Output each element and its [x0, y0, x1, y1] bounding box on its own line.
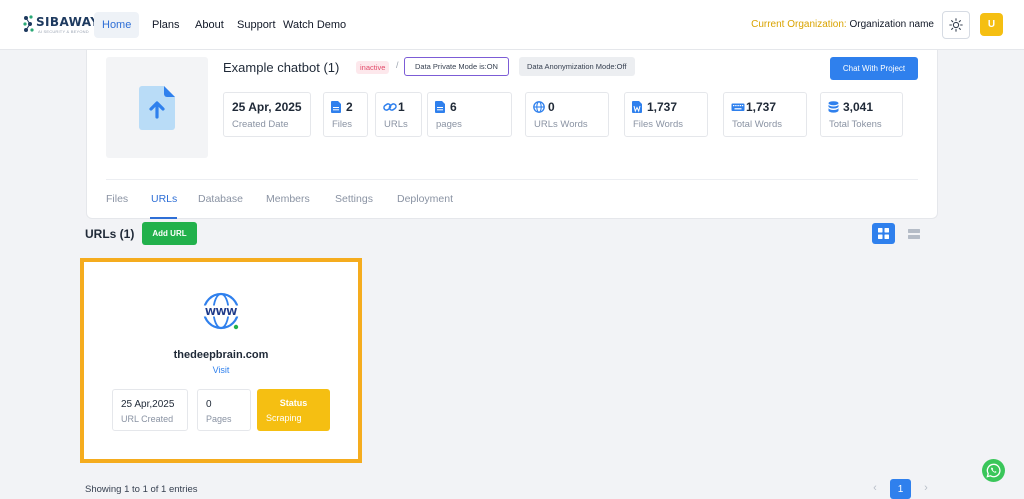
divider [106, 179, 918, 180]
brand-logo[interactable]: SIBAWAY AI SECURITY & BEYOND [22, 12, 99, 36]
private-mode-badge[interactable]: Data Private Mode is:ON [404, 57, 509, 76]
add-url-button[interactable]: Add URL [142, 222, 197, 245]
stat-label: URLs Words [534, 119, 588, 130]
stat-value: 25 Apr, 2025 [232, 100, 302, 114]
url-pages-value: 0 [206, 399, 212, 410]
nav-support[interactable]: Support [237, 12, 276, 38]
theme-toggle-button[interactable] [942, 11, 970, 39]
svg-text:WWW: WWW [205, 307, 237, 318]
org-name[interactable]: Organization name [850, 19, 935, 30]
keyboard-icon [731, 103, 745, 111]
stat-label: pages [436, 119, 462, 130]
separator: / [396, 60, 399, 70]
url-created-stat: 25 Apr,2025 URL Created [112, 389, 188, 431]
url-pages-label: Pages [206, 414, 232, 424]
whatsapp-chat-button[interactable] [982, 459, 1005, 482]
url-status-value: Scraping [266, 413, 302, 423]
active-tab-indicator [150, 217, 177, 219]
url-status-box: Status Scraping [257, 389, 330, 431]
project-thumbnail [106, 57, 208, 158]
stat-value: 3,041 [843, 100, 874, 114]
stat-value: 6 [450, 100, 457, 114]
stat-value: 2 [346, 100, 353, 114]
url-card[interactable]: WWW thedeepbrain.com Visit 25 Apr,2025 U… [80, 258, 362, 463]
stat-urls: 1 URLs [375, 92, 422, 137]
project-title: Example chatbot (1) [223, 60, 340, 75]
stat-total-tokens: 3,041 Total Tokens [820, 92, 903, 137]
tab-files[interactable]: Files [106, 193, 128, 205]
whatsapp-icon [986, 463, 1001, 478]
stat-value: 1,737 [647, 100, 678, 114]
tab-urls[interactable]: URLs [151, 193, 177, 205]
stat-value: 1 [398, 100, 405, 114]
sun-icon [949, 18, 963, 32]
stat-created-date: 25 Apr, 2025 Created Date [223, 92, 311, 137]
www-globe-icon: WWW [202, 292, 240, 330]
link-icon [383, 103, 397, 111]
brand-name: SIBAWAY [36, 15, 100, 29]
stat-label: Total Tokens [829, 119, 882, 130]
stat-label: URLs [384, 119, 408, 130]
current-organization: Current Organization: Organization name [751, 19, 934, 30]
pagination-next-button[interactable]: › [919, 481, 933, 495]
tab-deployment[interactable]: Deployment [397, 193, 453, 205]
file-upload-icon [139, 85, 175, 130]
org-label: Current Organization: [751, 19, 847, 30]
chat-with-project-button[interactable]: Chat With Project [830, 57, 918, 80]
status-badge: inactive [356, 61, 390, 74]
tab-settings[interactable]: Settings [335, 193, 373, 205]
url-status-label: Status [279, 398, 308, 408]
stat-label: Total Words [732, 119, 782, 130]
url-pages-stat: 0 Pages [197, 389, 251, 431]
stat-pages: 6 pages [427, 92, 512, 137]
nav-plans[interactable]: Plans [152, 12, 180, 38]
stat-files-words: 1,737 Files Words [624, 92, 708, 137]
stat-label: Files [332, 119, 353, 130]
stat-value: 0 [548, 100, 555, 114]
stat-total-words: 1,737 Total Words [723, 92, 807, 137]
visit-link[interactable]: Visit [84, 365, 358, 375]
nav-home[interactable]: Home [94, 12, 140, 38]
file-icon [435, 101, 445, 113]
url-created-value: 25 Apr,2025 [121, 399, 175, 410]
brand-tagline: AI SECURITY & BEYOND [38, 29, 89, 34]
url-domain: thedeepbrain.com [173, 349, 269, 361]
stat-urls-words: 0 URLs Words [525, 92, 609, 137]
list-view-icon [907, 228, 920, 239]
pagination-prev-button[interactable]: ‹ [868, 481, 882, 495]
globe-icon [533, 101, 545, 113]
stat-label: Created Date [232, 119, 289, 130]
stat-value: 1,737 [746, 100, 777, 114]
grid-view-button[interactable] [872, 223, 895, 244]
word-file-icon [632, 101, 642, 113]
list-view-button[interactable] [902, 223, 925, 244]
urls-section-title: URLs (1) [85, 227, 135, 241]
file-icon [331, 101, 341, 113]
top-navbar: SIBAWAY AI SECURITY & BEYOND Home Plans … [0, 0, 1024, 50]
user-avatar[interactable]: U [980, 13, 1003, 36]
stat-files: 2 Files [323, 92, 368, 137]
database-icon [828, 101, 839, 113]
grid-view-icon [878, 228, 889, 239]
tab-database[interactable]: Database [198, 193, 243, 205]
nav-about[interactable]: About [195, 12, 224, 38]
project-card: Example chatbot (1) inactive / Data Priv… [86, 50, 938, 219]
nav-watch-demo[interactable]: Watch Demo [283, 12, 346, 38]
pagination-page-1[interactable]: 1 [890, 479, 911, 499]
stat-label: Files Words [633, 119, 683, 130]
anonymization-badge[interactable]: Data Anonymization Mode:Off [519, 57, 635, 76]
entries-info: Showing 1 to 1 of 1 entries [85, 484, 198, 495]
url-created-label: URL Created [121, 414, 174, 424]
tab-members[interactable]: Members [266, 193, 310, 205]
